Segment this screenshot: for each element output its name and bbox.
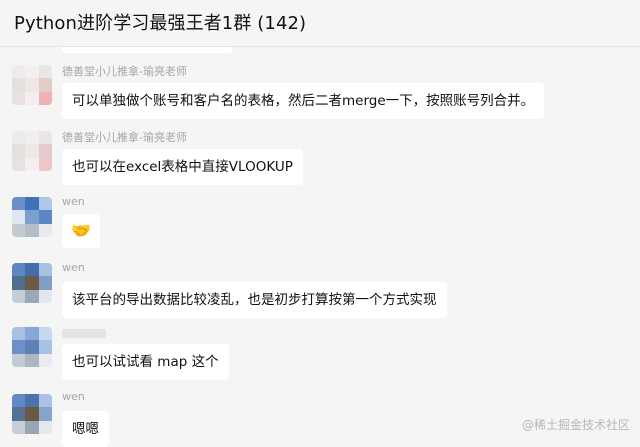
message-bubble[interactable]: 🤝 — [62, 214, 100, 248]
watermark: @稀土掘金技术社区 — [521, 418, 630, 432]
handshake-emoji-icon: 🤝 — [71, 221, 91, 240]
message-bubble[interactable]: 该平台的导出数据比较凌乱，也是初步打算按第一个方式实现 — [62, 282, 447, 318]
avatar[interactable] — [12, 327, 52, 367]
sender-name[interactable]: 德善堂小儿推拿-瑜亮老师 — [62, 63, 187, 79]
message-bubble[interactable]: 也可以试试看 map 这个 — [62, 344, 229, 380]
sender-name[interactable]: wen — [62, 390, 85, 403]
avatar[interactable] — [12, 65, 52, 105]
message-bubble[interactable]: 嗯嗯 — [62, 411, 109, 447]
sender-name[interactable]: 德善堂小儿推拿-瑜亮老师 — [62, 129, 187, 145]
chat-title[interactable]: Python进阶学习最强王者1群 (142) — [14, 9, 306, 35]
avatar[interactable] — [12, 197, 52, 237]
chat-header: Python进阶学习最强王者1群 (142) — [0, 0, 640, 47]
message-bubble[interactable]: 可以单独做个账号和客户名的表格，然后二者merge一下，按照账号列合并。 — [62, 83, 545, 119]
avatar[interactable] — [12, 131, 52, 171]
avatar[interactable] — [12, 394, 52, 434]
message-bubble[interactable]: 也可以在excel表格中直接VLOOKUP — [62, 149, 303, 185]
sender-name[interactable]: wen — [62, 261, 85, 274]
sender-name-placeholder — [62, 329, 106, 338]
sender-name[interactable]: wen — [62, 195, 85, 208]
avatar[interactable] — [12, 263, 52, 303]
previous-message-bubble — [62, 47, 232, 53]
